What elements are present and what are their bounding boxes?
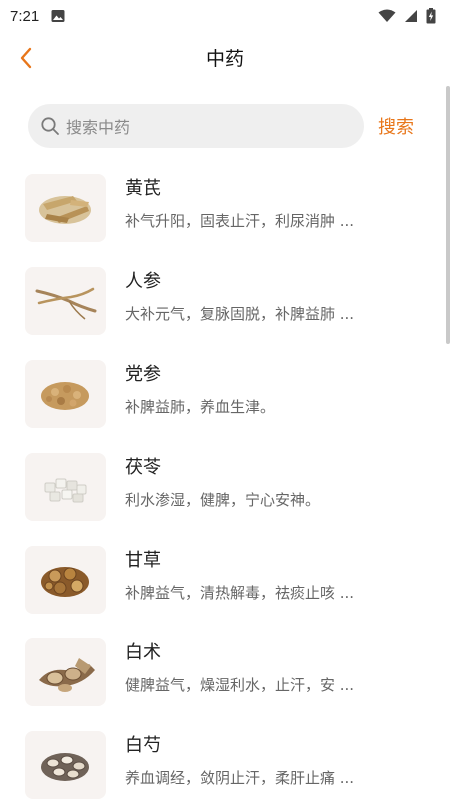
list-item[interactable]: 白术 健脾益气，燥湿利水，止汗，安 ... (0, 636, 430, 708)
signal-icon (405, 10, 417, 22)
list-item[interactable]: 白芍 养血调经，敛阴止汗，柔肝止痛 ... (0, 729, 430, 800)
item-description: 补脾益气，清热解毒，祛痰止咳 ... (125, 584, 355, 602)
item-name: 甘草 (125, 550, 161, 571)
list-item[interactable]: 黄芪 补气升阳，固表止汗，利尿消肿 ... (0, 172, 430, 244)
status-time: 7:21 (10, 7, 40, 25)
item-name: 人参 (125, 271, 161, 292)
item-description: 健脾益气，燥湿利水，止汗，安 ... (125, 676, 355, 694)
ginseng-root-image (25, 267, 106, 335)
page-title: 中药 (205, 48, 244, 70)
status-bar: 7:21 (0, 0, 450, 32)
status-icons (378, 8, 436, 24)
search-bar: 搜索中药 搜索 (28, 104, 428, 148)
battery-charging-icon (426, 8, 436, 24)
scrollbar[interactable] (446, 86, 450, 344)
search-button[interactable]: 搜索 (378, 113, 414, 139)
list-item[interactable]: 人参 大补元气，复脉固脱，补脾益肺 ... (0, 265, 430, 337)
item-description: 补脾益肺，养血生津。 (125, 398, 276, 416)
huangqi-slices-image (25, 174, 106, 242)
list-item[interactable]: 甘草 补脾益气，清热解毒，祛痰止咳 ... (0, 544, 430, 616)
item-name: 白芍 (125, 735, 161, 756)
photo-icon (51, 10, 65, 22)
search-icon (41, 117, 59, 135)
item-name: 黄芪 (125, 178, 161, 199)
dangshen-pieces-image (25, 360, 106, 428)
gancao-slices-image (25, 546, 106, 614)
item-name: 党参 (125, 364, 161, 385)
list-item[interactable]: 党参 补脾益肺，养血生津。 (0, 358, 430, 430)
search-input[interactable]: 搜索中药 (28, 104, 364, 148)
item-name: 白术 (125, 642, 161, 663)
item-description: 养血调经，敛阴止汗，柔肝止痛 ... (125, 769, 355, 787)
search-placeholder: 搜索中药 (66, 118, 131, 137)
item-description: 利水渗湿，健脾，宁心安神。 (125, 491, 321, 509)
baizhu-slices-image (25, 638, 106, 706)
item-description: 大补元气，复脉固脱，补脾益肺 ... (125, 305, 355, 323)
item-name: 茯苓 (125, 457, 161, 478)
fuling-cubes-image (25, 453, 106, 521)
baishao-slices-image (25, 731, 106, 799)
wifi-icon (378, 9, 396, 22)
list-item[interactable]: 茯苓 利水渗湿，健脾，宁心安神。 (0, 451, 430, 523)
item-description: 补气升阳，固表止汗，利尿消肿 ... (125, 212, 355, 230)
app-bar: 中药 (0, 32, 450, 82)
